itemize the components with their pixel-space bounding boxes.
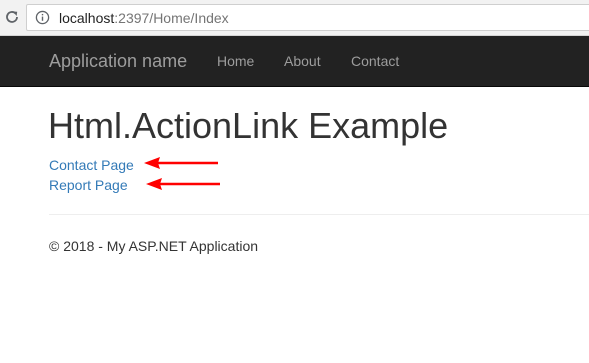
address-bar[interactable]: localhost:2397/Home/Index bbox=[26, 4, 589, 31]
brand-link[interactable]: Application name bbox=[49, 50, 187, 72]
contact-page-link[interactable]: Contact Page bbox=[49, 156, 134, 174]
site-navbar: Application name Home About Contact bbox=[0, 36, 589, 87]
report-page-link[interactable]: Report Page bbox=[49, 176, 128, 194]
info-icon[interactable] bbox=[35, 10, 50, 25]
red-arrow-icon bbox=[146, 178, 220, 190]
url-path: :2397/Home/Index bbox=[114, 10, 229, 26]
url-host: localhost bbox=[59, 10, 115, 26]
nav-link-about[interactable]: About bbox=[284, 52, 321, 70]
nav-link-contact[interactable]: Contact bbox=[351, 52, 399, 70]
url-text: localhost:2397/Home/Index bbox=[59, 9, 229, 27]
reload-icon[interactable] bbox=[4, 9, 20, 25]
red-arrow-icon bbox=[144, 157, 218, 169]
nav-link-home[interactable]: Home bbox=[217, 52, 254, 70]
footer-divider bbox=[49, 214, 589, 215]
footer-copyright: © 2018 - My ASP.NET Application bbox=[49, 238, 259, 254]
page-title: Html.ActionLink Example bbox=[48, 105, 449, 146]
browser-toolbar: localhost:2397/Home/Index bbox=[0, 0, 589, 36]
